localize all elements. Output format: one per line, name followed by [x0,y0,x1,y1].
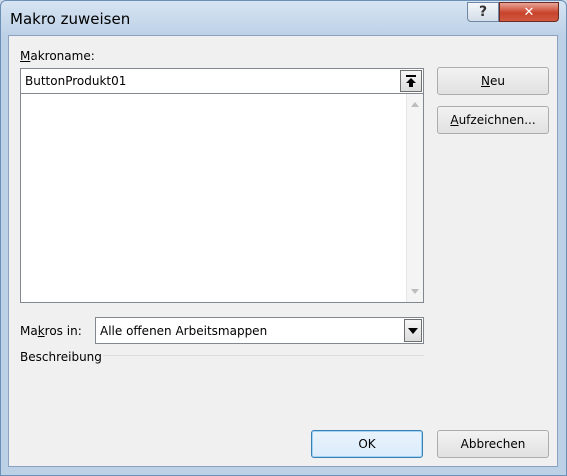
macro-name-value: ButtonProdukt01 [25,74,127,88]
macros-in-value: Alle offenen Arbeitsmappen [100,324,268,338]
macros-in-label: Makros in: [20,324,82,338]
cancel-button[interactable]: Abbrechen [437,430,549,458]
dialog-window: Makro zuweisen ? ✕ Makroname: ButtonProd… [0,0,567,476]
title-bar[interactable]: Makro zuweisen ? ✕ [1,1,566,35]
macro-name-label: Makroname: [20,49,95,63]
close-icon: ✕ [523,4,535,20]
ok-button[interactable]: OK [311,430,423,458]
macros-in-select[interactable]: Alle offenen Arbeitsmappen [95,317,424,344]
dialog-title: Makro zuweisen [10,10,131,28]
collapse-arrow-icon [406,75,416,87]
scroll-down-icon[interactable] [411,289,419,294]
macro-name-input[interactable]: ButtonProdukt01 [20,68,424,94]
scroll-up-icon[interactable] [411,102,419,107]
collapse-dialog-button[interactable] [400,70,422,92]
macro-list-scrollbar[interactable] [406,94,423,302]
chevron-down-icon [408,327,418,334]
new-button[interactable]: Neu [437,67,549,95]
close-button[interactable]: ✕ [499,2,559,22]
dialog-client-area: Makroname: ButtonProdukt01 Neu Aufzeichn… [8,35,558,467]
help-button[interactable]: ? [467,2,499,22]
help-icon: ? [478,4,488,20]
macros-in-dropdown-button[interactable] [404,319,422,342]
description-label: Beschreibung [20,350,102,364]
description-divider [103,355,424,356]
macro-list[interactable] [20,94,424,303]
record-button[interactable]: Aufzeichnen... [437,106,549,134]
